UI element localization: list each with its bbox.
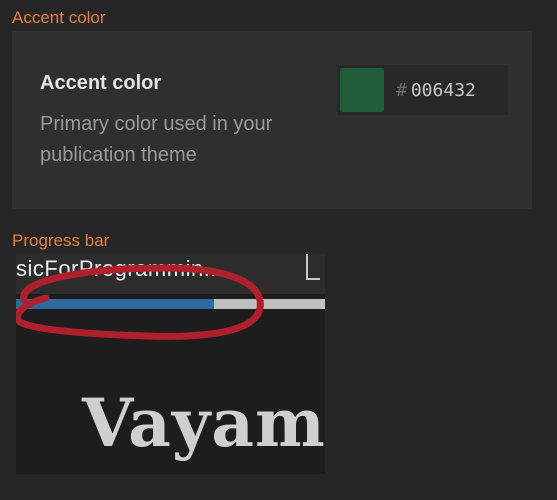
page-heading-text: Vayam	[82, 384, 325, 462]
hex-color-input[interactable]	[410, 79, 501, 101]
settings-page: Accent color Accent color Primary color …	[0, 0, 557, 500]
progress-bar-screenshot: sicForProgrammin... Vayam	[16, 254, 325, 474]
hash-prefix: #	[396, 79, 407, 101]
accent-color-description: Primary color used in your publication t…	[40, 113, 273, 166]
accent-color-title: Accent color	[40, 72, 162, 94]
accent-color-picker[interactable]: #	[337, 65, 508, 115]
color-swatch[interactable]	[340, 68, 384, 112]
progress-section-label: Progress bar	[12, 231, 110, 250]
accent-color-card: Accent color Primary color used in your …	[12, 31, 532, 209]
accent-section-label: Accent color	[12, 8, 106, 27]
